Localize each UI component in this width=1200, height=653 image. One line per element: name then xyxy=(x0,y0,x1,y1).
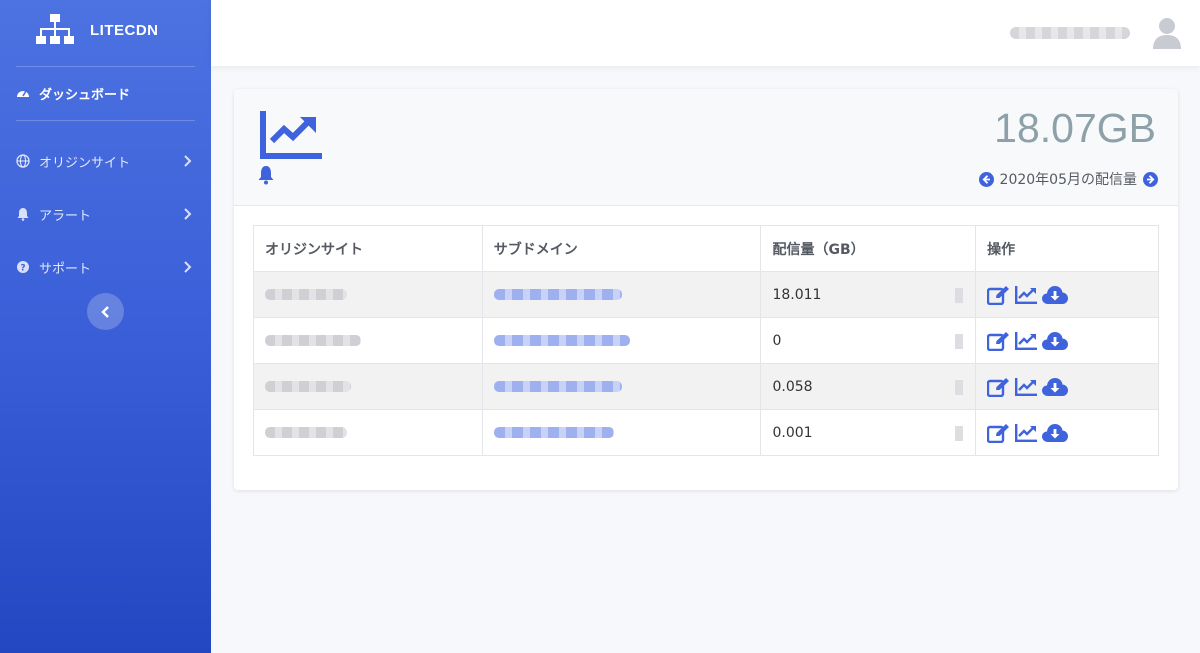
sidebar-item-origin-site[interactable]: オリジンサイト xyxy=(0,146,211,176)
sidebar-collapse-button[interactable] xyxy=(87,293,124,330)
volume-value: 0 xyxy=(772,332,782,349)
actions-cell xyxy=(975,363,1159,410)
column-header: オリジンサイト xyxy=(253,225,483,272)
usage-summary: 18.07GB 2020年05月の配信量 xyxy=(234,89,1178,206)
line-chart-icon[interactable] xyxy=(1015,423,1038,442)
volume-cell: 18.011 xyxy=(760,271,977,318)
brand-name: LITECDN xyxy=(90,22,159,39)
divider xyxy=(16,66,195,67)
origin-site-redacted xyxy=(265,427,347,438)
origin-site-cell xyxy=(253,317,483,364)
volume-value: 0.001 xyxy=(772,424,813,441)
origin-site-redacted xyxy=(265,335,361,346)
chevron-left-icon xyxy=(100,305,109,318)
usage-table: オリジンサイト サブドメイン 配信量（GB） 操作 18.011 0 0.058… xyxy=(253,225,1159,456)
sidebar-item-label: ダッシュボード xyxy=(39,88,131,103)
topbar xyxy=(211,0,1200,66)
edit-icon[interactable] xyxy=(987,331,1011,351)
cloud-download-icon[interactable] xyxy=(1041,377,1069,397)
cloud-download-icon[interactable] xyxy=(1041,423,1069,443)
sidebar-item-support[interactable]: ? サポート xyxy=(0,252,211,282)
volume-value: 18.011 xyxy=(772,286,822,303)
sidebar: LITECDN ダッシュボード オリジンサイト アラート ? サポート xyxy=(0,0,211,653)
table-row: 0 xyxy=(253,317,1159,364)
line-chart-icon[interactable] xyxy=(1015,285,1038,304)
actions-cell xyxy=(975,271,1159,318)
line-chart-icon[interactable] xyxy=(1015,377,1038,396)
subdomain-cell xyxy=(481,271,762,318)
edit-icon[interactable] xyxy=(987,423,1011,443)
origin-site-cell xyxy=(253,271,483,318)
sparkline xyxy=(955,334,964,349)
edit-icon[interactable] xyxy=(987,377,1011,397)
actions-cell xyxy=(975,409,1159,456)
sparkline xyxy=(955,288,964,303)
table-row: 0.001 xyxy=(253,409,1159,456)
line-chart-icon[interactable] xyxy=(1015,331,1038,350)
cloud-download-icon[interactable] xyxy=(1041,331,1069,351)
line-chart-icon xyxy=(260,111,322,159)
volume-cell: 0.058 xyxy=(760,363,977,410)
origin-site-cell xyxy=(253,363,483,410)
column-header: サブドメイン xyxy=(481,225,762,272)
svg-text:?: ? xyxy=(20,264,25,274)
subdomain-link-redacted[interactable] xyxy=(493,335,630,346)
period-label: 2020年05月の配信量 xyxy=(999,172,1137,188)
volume-cell: 0.001 xyxy=(760,409,977,456)
origin-site-redacted xyxy=(265,381,351,392)
sidebar-item-dashboard[interactable]: ダッシュボード xyxy=(0,78,211,108)
gauge-icon xyxy=(17,90,29,97)
sparkline xyxy=(955,426,964,441)
sidebar-item-label: アラート xyxy=(39,209,92,224)
subdomain-link-redacted[interactable] xyxy=(493,381,622,392)
globe-icon xyxy=(16,154,30,168)
sidebar-item-alert[interactable]: アラート xyxy=(0,199,211,229)
subdomain-link-redacted[interactable] xyxy=(493,427,614,438)
column-header: 配信量（GB） xyxy=(760,225,977,272)
origin-site-cell xyxy=(253,409,483,456)
cloud-download-icon[interactable] xyxy=(1041,285,1069,305)
sparkline xyxy=(955,380,964,395)
subdomain-cell xyxy=(481,409,762,456)
origin-site-redacted xyxy=(265,289,347,300)
chevron-right-icon xyxy=(184,155,192,167)
chevron-right-icon xyxy=(184,208,192,220)
sidebar-item-label: オリジンサイト xyxy=(39,156,131,171)
table-header-row: オリジンサイト サブドメイン 配信量（GB） 操作 xyxy=(253,225,1159,272)
arrow-left-circle-icon[interactable] xyxy=(978,171,994,187)
usage-card: 18.07GB 2020年05月の配信量 オリジンサイト サブドメイン 配信量（… xyxy=(234,89,1178,490)
table-row: 0.058 xyxy=(253,363,1159,410)
chevron-right-icon xyxy=(184,261,192,273)
volume-value: 0.058 xyxy=(772,378,813,395)
volume-cell: 0 xyxy=(760,317,977,364)
sidebar-item-label: サポート xyxy=(39,262,92,277)
subdomain-cell xyxy=(481,363,762,410)
arrow-right-circle-icon[interactable] xyxy=(1143,171,1158,187)
total-volume: 18.07GB xyxy=(994,105,1156,151)
table-row: 18.011 xyxy=(253,271,1159,318)
actions-cell xyxy=(975,317,1159,364)
edit-icon[interactable] xyxy=(987,285,1011,305)
user-name-redacted[interactable] xyxy=(1010,27,1130,39)
subdomain-cell xyxy=(481,317,762,364)
question-circle-icon: ? xyxy=(17,261,29,274)
brand[interactable]: LITECDN xyxy=(0,0,211,66)
bell-icon[interactable] xyxy=(256,165,276,185)
period-navigator: 2020年05月の配信量 xyxy=(978,169,1158,189)
bell-icon xyxy=(17,208,29,221)
divider xyxy=(16,120,195,121)
subdomain-link-redacted[interactable] xyxy=(493,289,622,300)
sitemap-icon xyxy=(36,14,74,44)
column-header: 操作 xyxy=(975,225,1159,272)
user-avatar-icon[interactable] xyxy=(1152,16,1182,50)
